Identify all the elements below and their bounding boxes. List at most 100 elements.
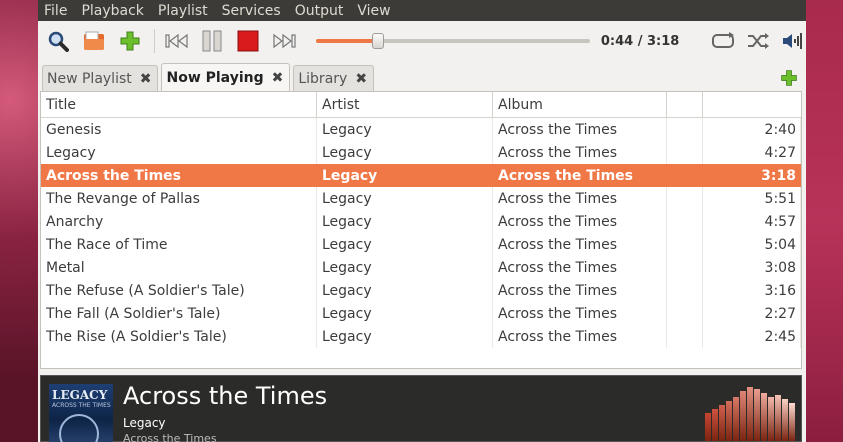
add-button[interactable] bbox=[116, 27, 144, 55]
cover-clock-art bbox=[59, 414, 99, 442]
stop-icon bbox=[237, 30, 259, 52]
now-playing-panel: LEGACY ACROSS THE TIMES Across the Times… bbox=[40, 375, 802, 442]
visualizer-bar bbox=[761, 393, 767, 441]
cell-artist: Legacy bbox=[317, 302, 493, 325]
next-button[interactable] bbox=[270, 27, 298, 55]
column-header-album[interactable]: Album bbox=[493, 92, 667, 117]
playlist-table: Title Artist Album Genesis Legacy Across t… bbox=[40, 91, 802, 369]
open-folder-button[interactable] bbox=[80, 27, 108, 55]
menu-playlist[interactable]: Playlist bbox=[158, 3, 208, 19]
cell-blank bbox=[667, 118, 703, 141]
cell-album: Across the Times bbox=[493, 325, 667, 348]
stop-button[interactable] bbox=[234, 27, 262, 55]
menu-file[interactable]: File bbox=[44, 3, 67, 19]
cell-blank bbox=[667, 256, 703, 279]
menubar: File Playback Playlist Services Output V… bbox=[38, 0, 806, 21]
cell-title: Legacy bbox=[41, 141, 317, 164]
time-display: 0:44 / 3:18 bbox=[600, 33, 680, 49]
new-tab-button[interactable] bbox=[780, 69, 798, 91]
cell-title: Across the Times bbox=[46, 167, 181, 184]
folder-icon bbox=[83, 31, 104, 50]
visualizer-bar bbox=[726, 401, 732, 441]
close-icon[interactable]: ✖ bbox=[355, 71, 367, 87]
seek-handle[interactable] bbox=[372, 33, 385, 49]
shuffle-button[interactable] bbox=[744, 27, 772, 55]
now-playing-album: Across the Times bbox=[123, 432, 217, 442]
menu-view[interactable]: View bbox=[357, 3, 390, 19]
cell-length: 2:40 bbox=[703, 118, 801, 141]
table-row[interactable]: The Race of Time Legacy Across the Times 5:… bbox=[41, 233, 801, 256]
cell-artist: Legacy bbox=[322, 167, 378, 184]
cell-blank bbox=[667, 164, 703, 187]
column-header-blank[interactable] bbox=[667, 92, 703, 117]
visualizer-bar bbox=[754, 389, 760, 441]
cell-length: 3:08 bbox=[703, 256, 801, 279]
table-row[interactable]: Anarchy Legacy Across the Times 4:57 bbox=[41, 210, 801, 233]
skip-back-icon bbox=[164, 33, 188, 49]
previous-button[interactable] bbox=[163, 27, 191, 55]
table-row[interactable]: The Revange of Pallas Legacy Across the Ti… bbox=[41, 187, 801, 210]
plus-icon bbox=[781, 70, 797, 86]
volume-icon bbox=[783, 33, 803, 49]
cell-album: Across the Times bbox=[493, 233, 667, 256]
column-header-title[interactable]: Title bbox=[41, 92, 317, 117]
cell-title: The Fall (A Soldier's Tale) bbox=[41, 302, 317, 325]
cell-blank bbox=[667, 141, 703, 164]
close-icon[interactable]: ✖ bbox=[140, 71, 152, 87]
table-row[interactable]: Genesis Legacy Across the Times 2:40 bbox=[41, 118, 801, 141]
cell-artist: Legacy bbox=[317, 256, 493, 279]
menu-output[interactable]: Output bbox=[295, 3, 344, 19]
tab-label: Library bbox=[298, 70, 348, 87]
cell-title: The Race of Time bbox=[41, 233, 317, 256]
visualizer-bar bbox=[733, 397, 739, 441]
table-row[interactable]: Metal Legacy Across the Times 3:08 bbox=[41, 256, 801, 279]
volume-button[interactable] bbox=[778, 27, 806, 55]
table-row[interactable]: Legacy Legacy Across the Times 4:27 bbox=[41, 141, 801, 164]
repeat-button[interactable] bbox=[710, 27, 738, 55]
visualizer-bar bbox=[712, 409, 718, 441]
column-header-artist[interactable]: Artist bbox=[317, 92, 493, 117]
album-cover[interactable]: LEGACY ACROSS THE TIMES bbox=[49, 384, 113, 442]
cell-length: 2:27 bbox=[703, 302, 801, 325]
table-body: Genesis Legacy Across the Times 2:40 Legacy L… bbox=[41, 118, 801, 348]
cover-title: LEGACY bbox=[52, 388, 108, 402]
pause-button[interactable] bbox=[199, 27, 227, 55]
clementine-window: File Playback Playlist Services Output V… bbox=[38, 0, 806, 442]
now-playing-title: Across the Times bbox=[123, 382, 328, 410]
tab-label: Now Playing bbox=[166, 69, 264, 86]
tab-label: New Playlist bbox=[47, 70, 132, 87]
tab-now-playing[interactable]: Now Playing ✖ bbox=[161, 63, 291, 91]
skip-forward-icon bbox=[273, 33, 296, 49]
plus-icon bbox=[120, 31, 140, 51]
table-row[interactable]: The Rise (A Soldier's Tale) Legacy Across … bbox=[41, 325, 801, 348]
cell-title: Genesis bbox=[41, 118, 317, 141]
desktop-background-right bbox=[806, 0, 843, 442]
table-row[interactable]: The Refuse (A Soldier's Tale) Legacy Acros… bbox=[41, 279, 801, 302]
visualizer-bar bbox=[768, 397, 774, 441]
tab-new-playlist[interactable]: New Playlist ✖ bbox=[42, 65, 159, 91]
cell-album: Across the Times bbox=[493, 302, 667, 325]
menu-playback[interactable]: Playback bbox=[81, 3, 143, 19]
visualizer-bar bbox=[775, 395, 781, 441]
cell-length: 2:45 bbox=[703, 325, 801, 348]
table-row[interactable]: The Fall (A Soldier's Tale) Legacy Across … bbox=[41, 302, 801, 325]
visualizer-bar bbox=[782, 399, 788, 441]
tab-library[interactable]: Library ✖ bbox=[293, 65, 375, 91]
cell-length: 5:51 bbox=[703, 187, 801, 210]
menu-services[interactable]: Services bbox=[222, 3, 281, 19]
search-icon bbox=[48, 31, 69, 52]
shuffle-icon bbox=[748, 33, 770, 49]
cell-album: Across the Times bbox=[493, 210, 667, 233]
seek-slider[interactable] bbox=[316, 31, 591, 51]
visualizer-bar bbox=[705, 413, 711, 441]
cell-blank bbox=[667, 279, 703, 302]
search-button[interactable] bbox=[44, 27, 72, 55]
cell-artist: Legacy bbox=[317, 118, 493, 141]
visualizer-bar bbox=[789, 403, 795, 441]
column-header-length[interactable] bbox=[703, 92, 801, 117]
close-icon[interactable]: ✖ bbox=[272, 70, 284, 86]
visualizer[interactable] bbox=[704, 381, 795, 441]
table-row[interactable]: Across the Times Legacy Across the Times 3:… bbox=[41, 164, 801, 187]
cell-artist: Legacy bbox=[317, 187, 493, 210]
cell-album: Across the Times bbox=[493, 141, 667, 164]
